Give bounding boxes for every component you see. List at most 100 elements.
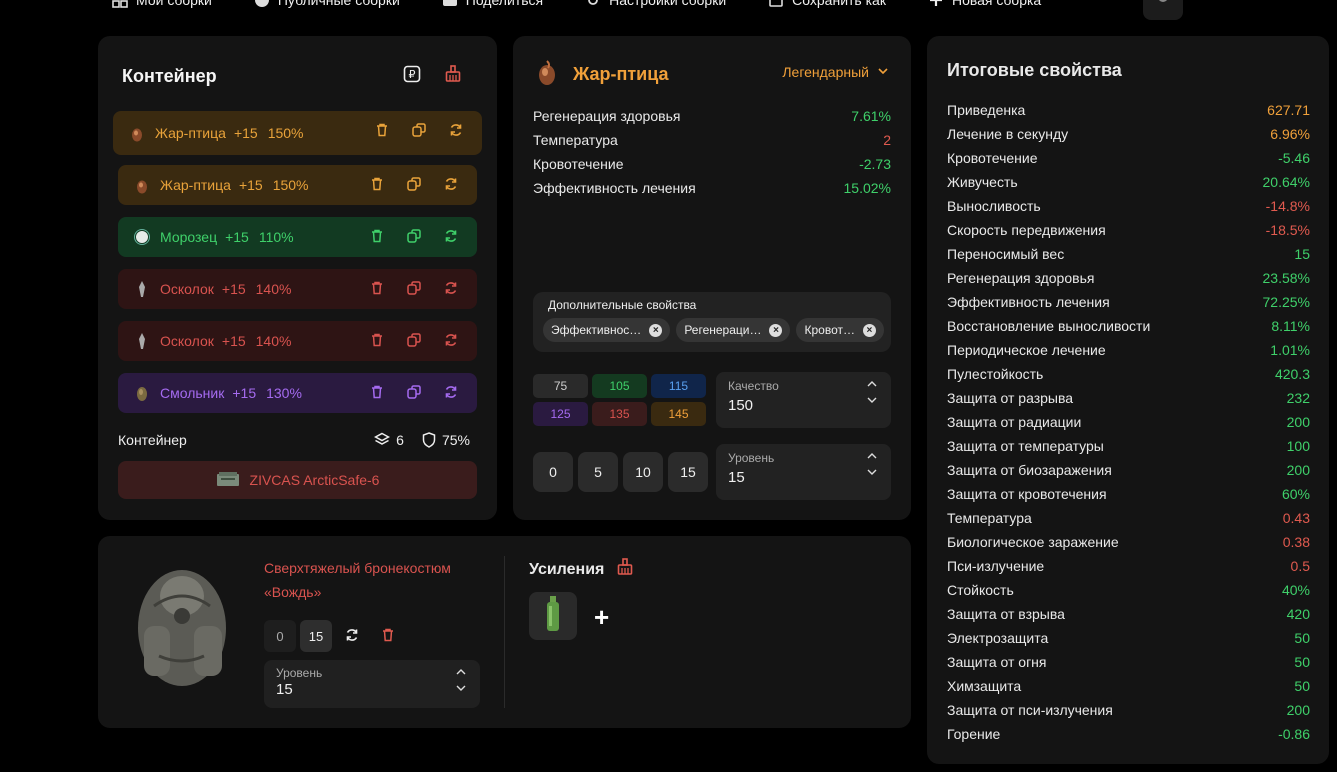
- refresh-icon[interactable]: [443, 280, 459, 296]
- armor-min-level-button[interactable]: 0: [264, 620, 296, 652]
- property-chip[interactable]: Эффективнос… ×: [543, 318, 671, 342]
- clear-boosts-button[interactable]: [616, 558, 634, 581]
- trash-icon[interactable]: [369, 228, 385, 244]
- quality-preset-button[interactable]: 115: [651, 374, 706, 398]
- refresh-icon[interactable]: [443, 384, 459, 400]
- level-input[interactable]: Уровень 15: [716, 444, 891, 500]
- quality-preset-button[interactable]: 125: [533, 402, 588, 426]
- level-preset-button[interactable]: 15: [668, 452, 708, 492]
- close-icon[interactable]: ×: [769, 323, 783, 337]
- summary-stat-name: Защита от пси-излучения: [947, 702, 1113, 718]
- summary-row: Приведенка 627.71: [947, 98, 1310, 122]
- image-icon: [442, 0, 458, 8]
- armor-level-value: 15: [276, 681, 293, 698]
- add-boost-button[interactable]: +: [594, 602, 609, 633]
- summary-stat-name: Кровотечение: [947, 150, 1038, 166]
- trash-icon[interactable]: [369, 332, 385, 348]
- nav-my-builds[interactable]: Мои сборки: [112, 0, 212, 8]
- summary-stat-name: Пулестойкость: [947, 366, 1044, 382]
- chip-label: Регенераци…: [684, 323, 762, 337]
- summary-row: Биологическое заражение 0.38: [947, 530, 1310, 554]
- armor-name[interactable]: Сверхтяжелый бронекостюм «Вождь»: [264, 556, 484, 604]
- summary-row: Защита от взрыва 420: [947, 602, 1310, 626]
- level-preset-button[interactable]: 0: [533, 452, 573, 492]
- level-preset-button[interactable]: 10: [623, 452, 663, 492]
- refresh-icon[interactable]: [448, 122, 464, 138]
- trash-icon[interactable]: [369, 176, 385, 192]
- close-icon[interactable]: ×: [862, 323, 876, 337]
- property-value: 2: [883, 132, 891, 148]
- level-preset-button[interactable]: 5: [578, 452, 618, 492]
- nav-save-as[interactable]: Сохранить как: [768, 0, 886, 8]
- copy-icon[interactable]: [411, 122, 427, 138]
- artifact-properties: Регенерация здоровья 7.61% Температура 2 Кро…: [533, 104, 891, 200]
- quality-stepper[interactable]: [867, 380, 877, 406]
- currency-button[interactable]: ₽: [403, 65, 421, 85]
- summary-row: Стойкость 40%: [947, 578, 1310, 602]
- nav-new-build[interactable]: Новая сборка: [928, 0, 1041, 8]
- container-select[interactable]: ZIVCAS ArcticSafe-6: [118, 461, 477, 499]
- boosts-title: Усиления: [529, 560, 605, 578]
- artifact-icon: [134, 177, 150, 194]
- trash-icon[interactable]: [369, 280, 385, 296]
- summary-title: Итоговые свойства: [947, 60, 1122, 80]
- copy-icon[interactable]: [406, 384, 422, 400]
- copy-icon[interactable]: [406, 280, 422, 296]
- quality-input[interactable]: Качество 150: [716, 372, 891, 428]
- artifact-row[interactable]: Жар-птица +15 150%: [118, 165, 477, 205]
- copy-icon[interactable]: [406, 332, 422, 348]
- artifact-row[interactable]: Осколок +15 140%: [118, 321, 477, 361]
- rarity-dropdown[interactable]: Легендарный: [782, 64, 889, 80]
- artifact-row[interactable]: Осколок +15 140%: [118, 269, 477, 309]
- artifact-row-quality: 150%: [272, 177, 309, 193]
- summary-row: Периодическое лечение 1.01%: [947, 338, 1310, 362]
- quality-presets: 75 105 115 125 135 145: [533, 374, 706, 426]
- chevron-down-icon[interactable]: [456, 684, 466, 694]
- artifact-row[interactable]: Морозец +15 110%: [118, 217, 477, 257]
- quality-value: 150: [728, 397, 754, 414]
- refresh-icon[interactable]: [443, 176, 459, 192]
- armor-max-level-button[interactable]: 15: [300, 620, 332, 652]
- summary-stat-name: Стойкость: [947, 582, 1014, 598]
- summary-stat-name: Защита от разрыва: [947, 390, 1074, 406]
- quality-preset-button[interactable]: 75: [533, 374, 588, 398]
- chevron-up-icon[interactable]: [867, 380, 877, 390]
- chevron-up-icon[interactable]: [456, 668, 466, 678]
- quality-preset-button[interactable]: 135: [592, 402, 647, 426]
- close-icon[interactable]: ×: [649, 323, 663, 337]
- trash-icon[interactable]: [374, 122, 390, 138]
- chevron-down-icon[interactable]: [867, 396, 877, 406]
- nav-build-settings[interactable]: Настройки сборки: [585, 0, 726, 8]
- chevron-up-icon[interactable]: [867, 452, 877, 462]
- artifact-row[interactable]: Жар-птица +15 150%: [113, 111, 482, 155]
- summary-row: Защита от температуры 100: [947, 434, 1310, 458]
- armor-level-stepper[interactable]: [456, 668, 466, 694]
- summary-stat-name: Электрозащита: [947, 630, 1049, 646]
- copy-icon[interactable]: [406, 176, 422, 192]
- nav-public-builds[interactable]: Публичные сборки: [254, 0, 400, 8]
- refresh-icon[interactable]: [443, 228, 459, 244]
- property-chip[interactable]: Регенераци… ×: [676, 318, 791, 342]
- copy-icon[interactable]: [406, 228, 422, 244]
- boost-slot[interactable]: [529, 592, 577, 640]
- summary-stat-name: Химзащита: [947, 678, 1022, 694]
- quality-preset-button[interactable]: 105: [592, 374, 647, 398]
- summary-stat-name: Приведенка: [947, 102, 1026, 118]
- quality-preset-button[interactable]: 145: [651, 402, 706, 426]
- trash-icon[interactable]: [369, 384, 385, 400]
- trash-icon: [382, 628, 394, 645]
- artifact-row-quality: 150%: [267, 125, 304, 141]
- armor-level-input[interactable]: Уровень 15: [264, 660, 480, 708]
- level-stepper[interactable]: [867, 452, 877, 478]
- chevron-down-icon[interactable]: [867, 468, 877, 478]
- property-chip[interactable]: Кровот… ×: [796, 318, 884, 342]
- refresh-icon: [345, 628, 359, 645]
- artifact-row[interactable]: Смольник +15 130%: [118, 373, 477, 413]
- clear-container-button[interactable]: [444, 64, 462, 85]
- chip-label: Эффективнос…: [551, 323, 642, 337]
- delete-armor-button[interactable]: [372, 620, 404, 652]
- refresh-icon[interactable]: [443, 332, 459, 348]
- settings-button[interactable]: [1143, 0, 1183, 20]
- nav-share[interactable]: Поделиться: [442, 0, 543, 8]
- refresh-button[interactable]: [336, 620, 368, 652]
